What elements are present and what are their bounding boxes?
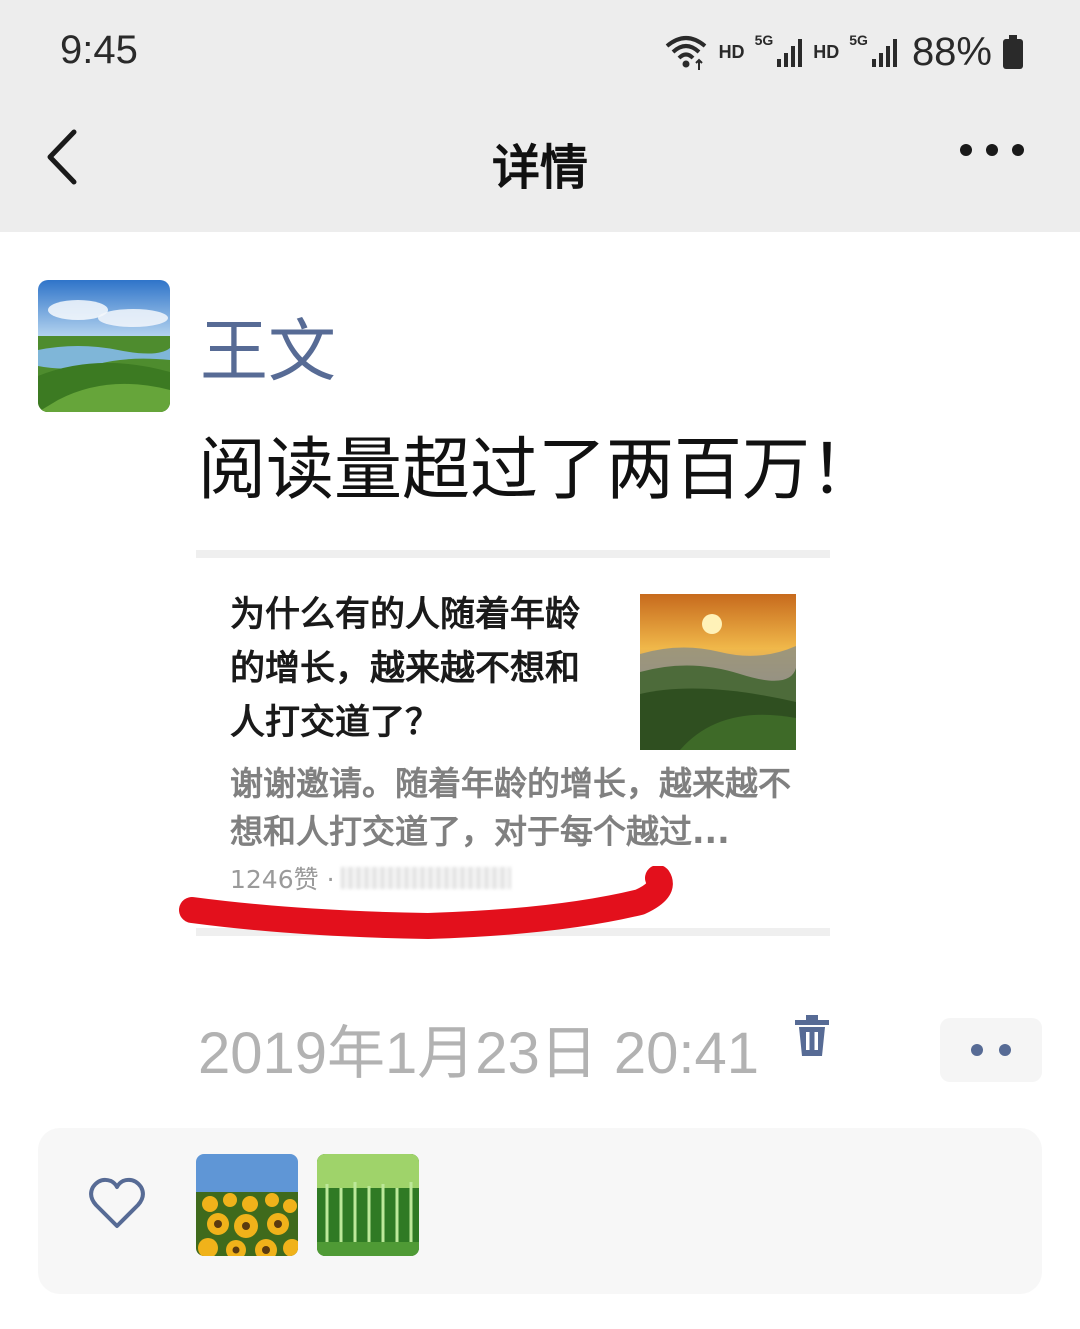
wifi-icon <box>665 36 706 70</box>
status-time: 9:45 <box>60 28 138 72</box>
card-divider <box>196 550 830 558</box>
avatar[interactable] <box>38 280 170 412</box>
battery-percent: 88% <box>911 29 992 74</box>
article-summary: 谢谢邀请。随着年龄的增长，越来越不想和人打交道了，对于每个越过... <box>230 764 791 851</box>
trash-icon[interactable] <box>794 1014 830 1058</box>
liker-avatar[interactable] <box>196 1154 298 1256</box>
liker-avatar[interactable] <box>317 1154 419 1256</box>
signal-icon <box>777 39 803 67</box>
network-label-2: 5G <box>849 32 868 48</box>
battery-icon <box>1003 35 1023 69</box>
likes-panel <box>38 1128 1042 1294</box>
article-title: 为什么有的人随着年龄的增长，越来越不想和人打交道了？ <box>230 595 581 743</box>
post-text: 阅读量超过了两百万！ <box>198 431 879 510</box>
signal-icon <box>871 39 897 67</box>
status-icons: HD 5G HD 5G 88% <box>663 28 1024 76</box>
comment-like-menu-button[interactable] <box>940 1018 1042 1082</box>
more-dots-icon[interactable] <box>960 144 1024 156</box>
top-bar: 9:45 HD 5G HD 5G 88% 详情 <box>0 0 1080 232</box>
heart-icon <box>89 1177 145 1228</box>
author-name[interactable]: 王文 <box>200 296 336 395</box>
post-timestamp: 2019年1月23日 20:41 <box>198 1021 760 1086</box>
red-underline-annotation <box>179 866 673 939</box>
hd-label-2: HD <box>813 41 840 62</box>
page-title: 详情 <box>491 140 588 196</box>
network-label-1: 5G <box>754 32 774 48</box>
article-thumbnail <box>640 594 796 750</box>
hd-label-1: HD <box>718 41 745 62</box>
